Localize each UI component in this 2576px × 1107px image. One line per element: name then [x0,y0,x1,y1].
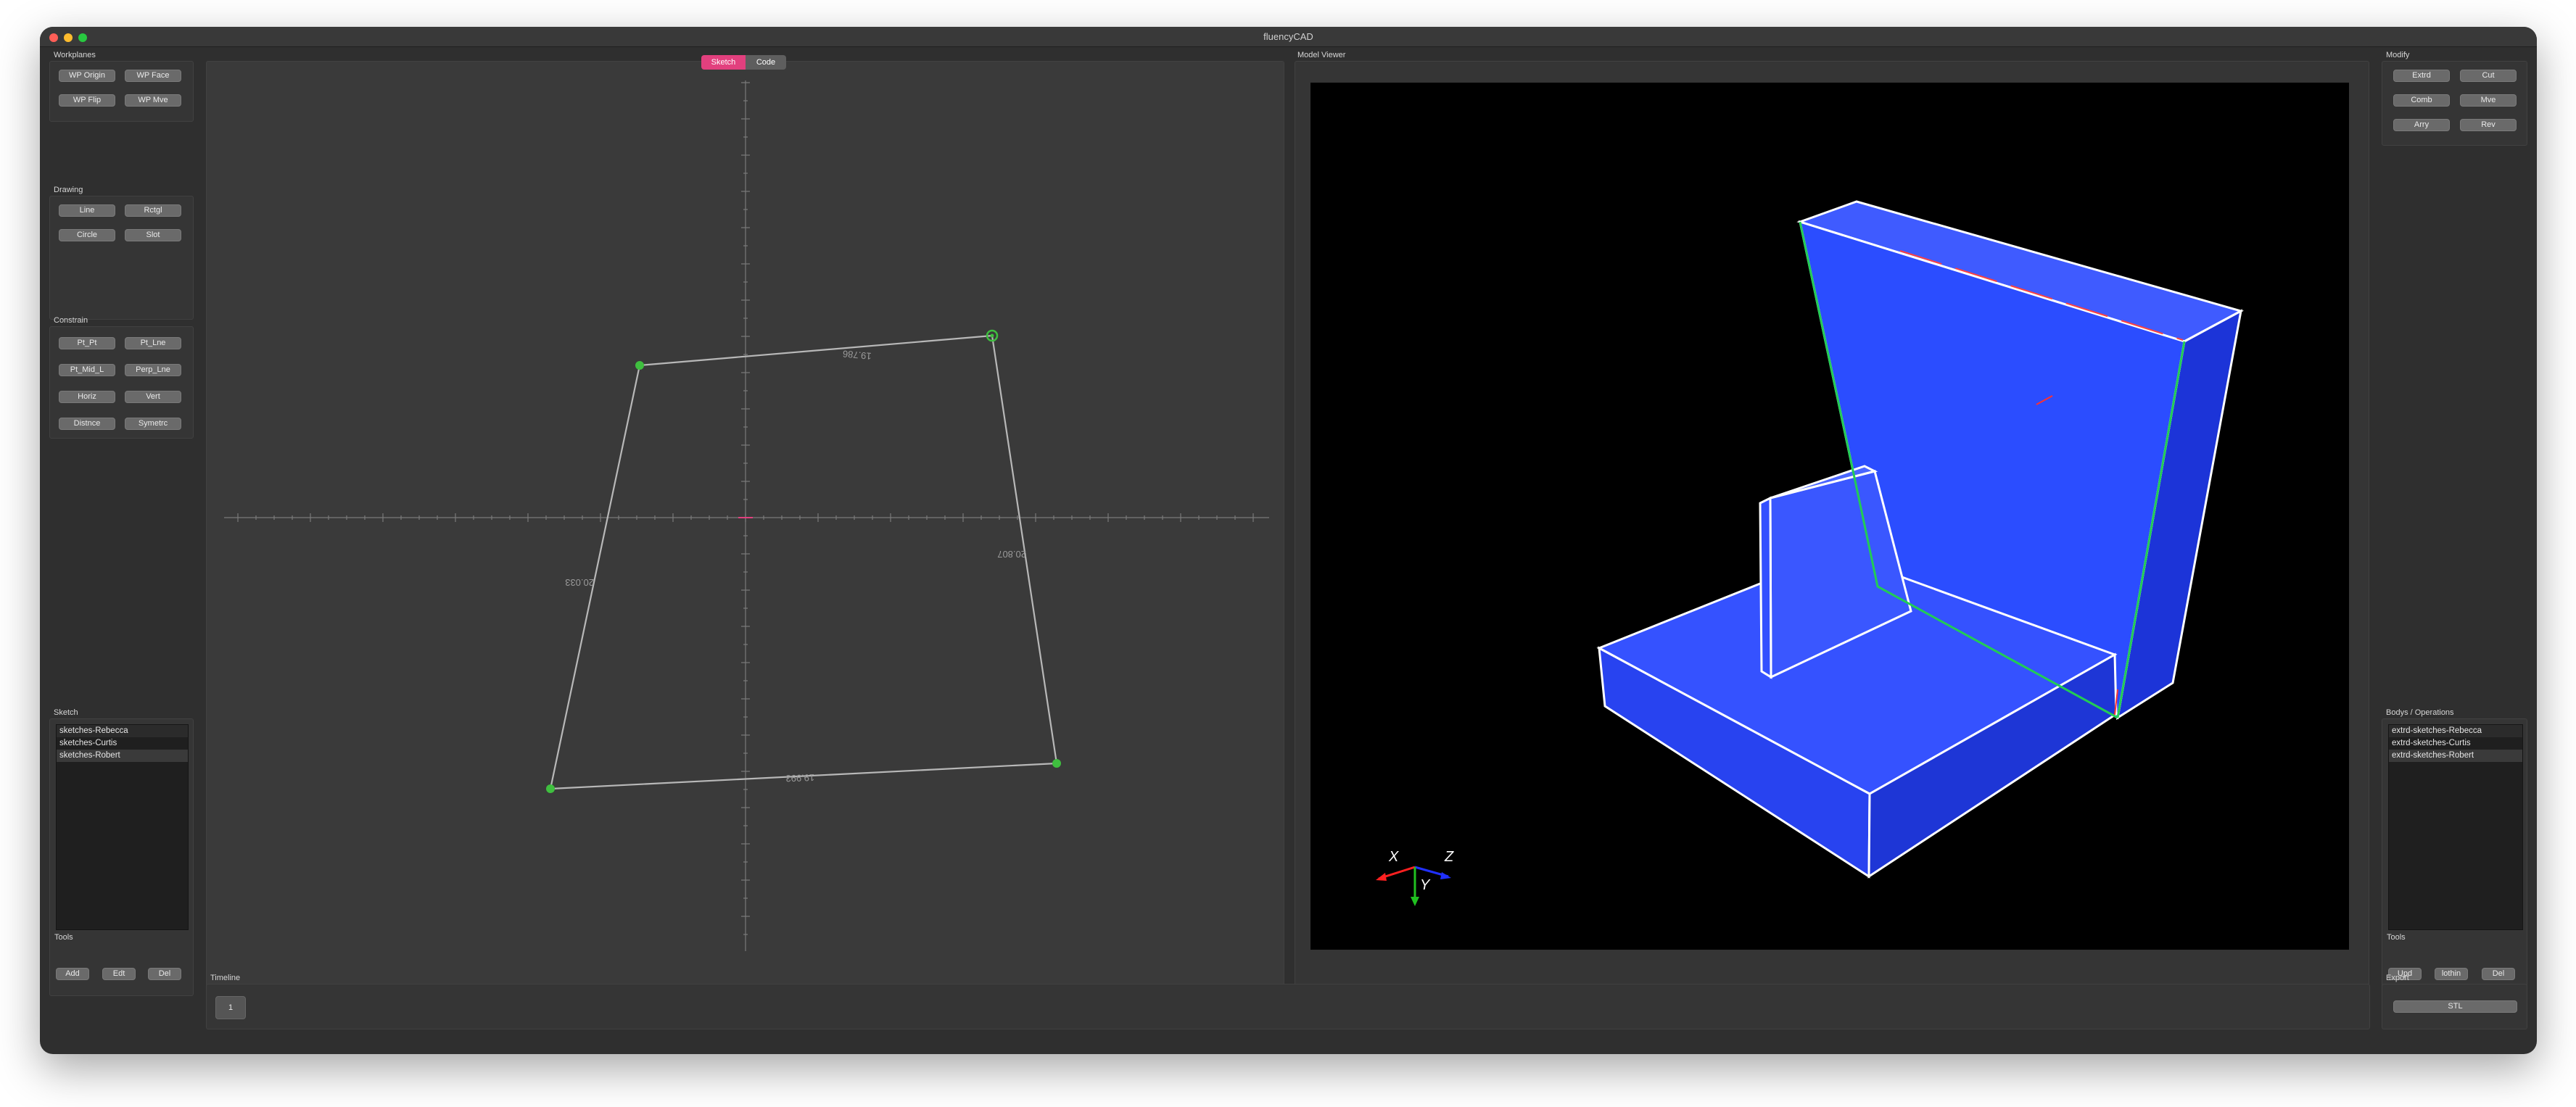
model-viewer-canvas[interactable]: X Z Y [1310,83,2349,950]
dimension-label[interactable]: 19.993 [785,772,814,784]
sketch-axes [224,80,1269,951]
nothing-body-button[interactable]: lothin [2435,968,2468,980]
axis-label-y: Y [1420,877,1431,893]
extrude-button[interactable]: Extrd [2393,70,2450,82]
app-window: fluencyCAD Workplanes WP Origin WP Face … [40,27,2537,1054]
delete-sketch-button[interactable]: Del [148,968,181,980]
modify-panel: Extrd Cut Comb Mve Arry Rev [2382,61,2527,146]
add-sketch-button[interactable]: Add [56,968,89,980]
sketch-point[interactable] [546,784,555,793]
model-viewer-label: Model Viewer [1297,51,1346,59]
body-list-item[interactable]: extrd-sketches-Curtis [2389,737,2522,750]
rectangle-tool-button[interactable]: Rctgl [125,204,181,217]
export-label: Export [2386,974,2409,982]
bodys-label: Bodys / Operations [2386,708,2454,717]
drawing-panel: Line Rctgl Circle Slot [49,196,194,320]
edit-sketch-button[interactable]: Edt [102,968,136,980]
sketch-panel: sketches-Rebecca sketches-Curtis sketche… [49,718,194,996]
pt-mid-line-constraint-button[interactable]: Pt_Mid_L [59,364,115,376]
bodys-list: extrd-sketches-Rebecca extrd-sketches-Cu… [2388,724,2523,930]
drawing-label: Drawing [54,186,83,194]
combine-button[interactable]: Comb [2393,94,2450,107]
export-stl-button[interactable]: STL [2393,1000,2517,1013]
constrain-panel: Pt_Pt Pt_Lne Pt_Mid_L Perp_Lne Horiz Ver… [49,326,194,439]
array-button[interactable]: Arry [2393,119,2450,131]
workplanes-label: Workplanes [54,51,96,59]
sketch-canvas[interactable]: 19.786 20.807 19.993 20.033 [207,62,1285,997]
cut-button[interactable]: Cut [2460,70,2517,82]
perp-line-constraint-button[interactable]: Perp_Lne [125,364,181,376]
axis-label-z: Z [1444,849,1454,865]
pt-pt-constraint-button[interactable]: Pt_Pt [59,337,115,349]
constrain-label: Constrain [54,316,88,325]
dimension-label[interactable]: 20.033 [565,577,594,588]
axis-gizmo: X Z Y [1376,849,1454,906]
timeline-label: Timeline [210,974,241,982]
sketch-tools-label: Tools [54,933,73,942]
dimension-label[interactable]: 20.807 [997,549,1026,560]
bodys-tools-label: Tools [2387,933,2406,942]
sketch-line[interactable] [639,334,993,367]
sketch-list-item[interactable]: sketches-Curtis [57,737,188,750]
sketch-editor[interactable]: Sketch Code 19.786 20.807 19.993 20.033 [206,55,1285,997]
move-button[interactable]: Mve [2460,94,2517,107]
sketch-list-item[interactable]: sketches-Rebecca [57,725,188,737]
wp-flip-button[interactable]: WP Flip [59,94,115,107]
line-tool-button[interactable]: Line [59,204,115,217]
dimension-label[interactable]: 19.786 [842,349,872,362]
revolve-button[interactable]: Rev [2460,119,2517,131]
window-title: fluencyCAD [1263,31,1313,42]
sketch-list-item[interactable]: sketches-Robert [57,750,188,762]
symmetric-constraint-button[interactable]: Symetrc [125,418,181,430]
export-panel: STL [2382,984,2527,1029]
circle-tool-button[interactable]: Circle [59,229,115,241]
bodys-panel: extrd-sketches-Rebecca extrd-sketches-Cu… [2382,718,2527,996]
wp-move-button[interactable]: WP Mve [125,94,181,107]
body-list-item[interactable]: extrd-sketches-Rebecca [2389,725,2522,737]
vertical-constraint-button[interactable]: Vert [125,391,181,403]
horizontal-constraint-button[interactable]: Horiz [59,391,115,403]
delete-body-button[interactable]: Del [2482,968,2515,980]
sketch-point[interactable] [635,361,644,370]
sketch-line[interactable] [549,365,641,789]
axis-label-x: X [1388,849,1399,865]
sketch-point-center [990,333,994,338]
body-list-item[interactable]: extrd-sketches-Robert [2389,750,2522,762]
workplanes-panel: WP Origin WP Face WP Flip WP Mve [49,61,194,122]
title-bar: fluencyCAD [40,27,2537,47]
timeline-panel: 1 [206,984,2370,1029]
slot-tool-button[interactable]: Slot [125,229,181,241]
modify-label: Modify [2386,51,2410,59]
wp-origin-button[interactable]: WP Origin [59,70,115,82]
sketch-label: Sketch [54,708,78,717]
sketch-point[interactable] [1052,759,1061,768]
pt-line-constraint-button[interactable]: Pt_Lne [125,337,181,349]
wp-face-button[interactable]: WP Face [125,70,181,82]
distance-constraint-button[interactable]: Distnce [59,418,115,430]
sketch-list: sketches-Rebecca sketches-Curtis sketche… [56,724,189,930]
sketch-points [546,329,1061,793]
timeline-step[interactable]: 1 [215,996,246,1019]
sketch-profile [549,334,1058,790]
